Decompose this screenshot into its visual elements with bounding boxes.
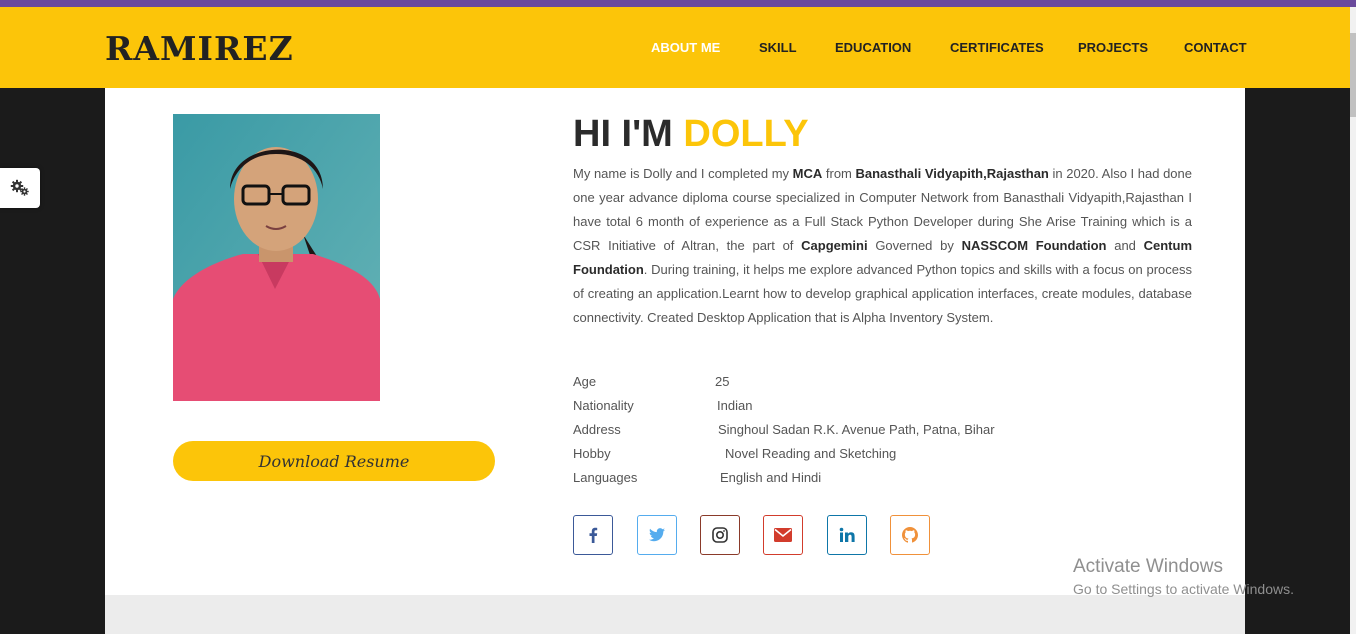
info-label: Age xyxy=(573,374,597,389)
bio-highlight: MCA xyxy=(792,166,823,181)
profile-photo xyxy=(173,114,380,401)
scrollbar-thumb[interactable] xyxy=(1350,33,1356,117)
info-value: English and Hindi xyxy=(720,470,822,485)
hero-name: DOLLY xyxy=(683,113,809,155)
nav-certificates[interactable]: CERTIFICATES xyxy=(950,40,1044,55)
facebook-link[interactable] xyxy=(573,515,613,555)
bio-highlight: Capgemini xyxy=(801,238,868,253)
info-label: Address xyxy=(573,422,621,437)
linkedin-link[interactable] xyxy=(827,515,867,555)
envelope-icon xyxy=(774,528,792,542)
nav-education[interactable]: EDUCATION xyxy=(835,40,911,55)
email-link[interactable] xyxy=(763,515,803,555)
instagram-icon xyxy=(712,527,728,543)
windows-activation-subtitle: Go to Settings to activate Windows. xyxy=(1073,581,1294,597)
info-label: Hobby xyxy=(573,446,611,461)
twitter-link[interactable] xyxy=(637,515,677,555)
info-value: Indian xyxy=(717,398,753,413)
twitter-icon xyxy=(649,528,665,542)
page-scrollbar[interactable] xyxy=(1350,7,1356,634)
facebook-icon xyxy=(589,527,598,543)
navbar: RAMIREZ ABOUT ME SKILL EDUCATION CERTIFI… xyxy=(0,7,1356,88)
info-value: Novel Reading and Sketching xyxy=(725,446,897,461)
settings-toggle[interactable] xyxy=(0,168,40,208)
gears-icon xyxy=(10,179,29,196)
bio-paragraph: My name is Dolly and I completed my MCA … xyxy=(573,162,1192,330)
nav-skill[interactable]: SKILL xyxy=(759,40,797,55)
linkedin-icon xyxy=(839,527,855,542)
nav-about-me[interactable]: ABOUT ME xyxy=(651,40,720,55)
github-link[interactable] xyxy=(890,515,930,555)
page-title: HI I'M DOLLY xyxy=(573,113,809,156)
brand-logo[interactable]: RAMIREZ xyxy=(105,29,294,68)
top-accent-strip xyxy=(0,0,1356,7)
info-label: Languages xyxy=(573,470,638,485)
bio-text: and xyxy=(1106,238,1144,253)
github-icon xyxy=(902,527,918,543)
download-resume-button[interactable]: Download Resume xyxy=(173,441,495,481)
nav-projects[interactable]: PROJECTS xyxy=(1078,40,1148,55)
info-value: 25 xyxy=(715,374,730,389)
bio-text: from xyxy=(822,166,856,181)
instagram-link[interactable] xyxy=(700,515,740,555)
windows-activation-title: Activate Windows xyxy=(1073,556,1223,577)
info-value: Singhoul Sadan R.K. Avenue Path, Patna, … xyxy=(718,422,995,437)
bio-highlight: NASSCOM Foundation xyxy=(961,238,1107,253)
bio-highlight: Banasthali Vidyapith,Rajasthan xyxy=(855,166,1049,181)
greeting-text: HI I'M xyxy=(573,113,673,155)
bio-text: Governed by xyxy=(867,238,962,253)
bio-text: . During training, it helps me explore a… xyxy=(573,262,1192,325)
nav-contact[interactable]: CONTACT xyxy=(1184,40,1247,55)
bio-text: My name is Dolly and I completed my xyxy=(573,166,793,181)
info-label: Nationality xyxy=(573,398,634,413)
next-section-band xyxy=(105,595,1245,634)
